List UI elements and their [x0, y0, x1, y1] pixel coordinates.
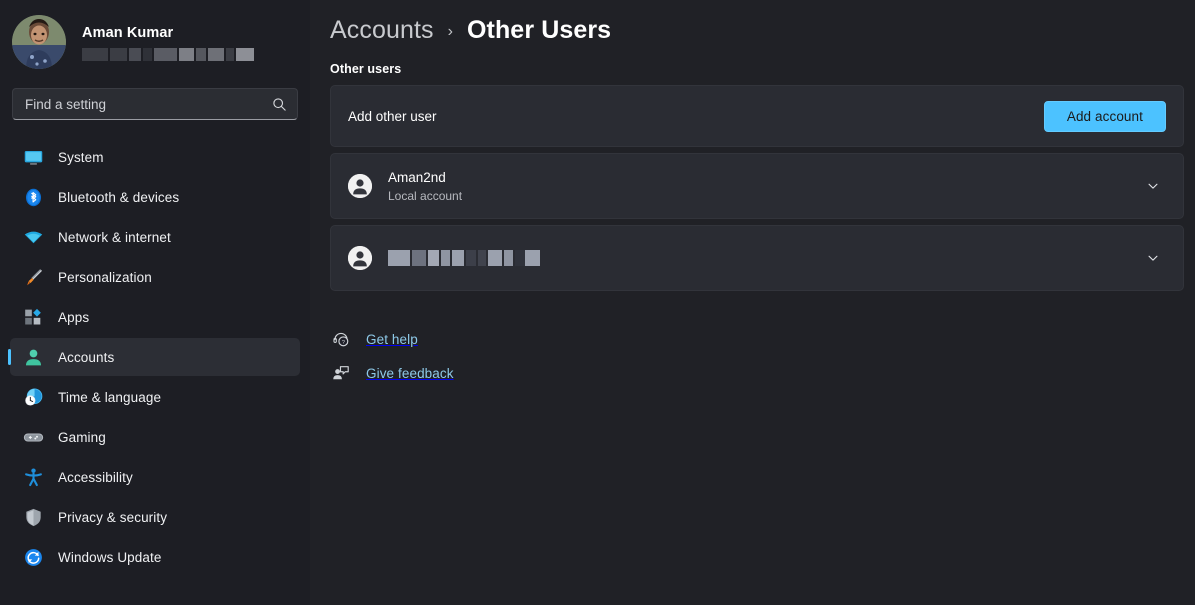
user-avatar-icon [348, 246, 372, 270]
chevron-down-icon[interactable] [1140, 245, 1166, 271]
get-help-label: Get help [366, 331, 418, 347]
sidebar-item-label: System [58, 149, 104, 165]
add-account-button[interactable]: Add account [1043, 100, 1166, 132]
user-account-type: Local account [388, 188, 463, 203]
sidebar-item-label: Personalization [58, 269, 152, 285]
chevron-down-icon[interactable] [1140, 173, 1166, 199]
search-input[interactable]: Find a setting [12, 88, 298, 120]
redaction-block [488, 250, 502, 266]
redaction-block [428, 250, 439, 266]
get-help-icon: ? [330, 328, 352, 350]
gaming-icon [22, 426, 44, 448]
profile-name: Aman Kumar [82, 25, 174, 41]
section-label-other-users: Other users [330, 62, 402, 76]
sidebar-item-bluetooth-devices[interactable]: Bluetooth & devices [10, 178, 300, 216]
redaction-block [466, 250, 476, 266]
redaction-block [412, 250, 426, 266]
profile-email-redacted [82, 48, 254, 61]
network-icon [22, 226, 44, 248]
time-language-icon [22, 386, 44, 408]
sidebar-item-gaming[interactable]: Gaming [10, 418, 300, 456]
user-row-aman2nd[interactable]: Aman2nd Local account [330, 153, 1184, 219]
redaction-block [441, 250, 450, 266]
sidebar-item-apps[interactable]: Apps [10, 298, 300, 336]
sidebar-item-privacy-security[interactable]: Privacy & security [10, 498, 300, 536]
redaction-block [504, 250, 513, 266]
user-avatar-icon [348, 174, 372, 198]
get-help-link[interactable]: ? Get help [330, 326, 1184, 352]
sidebar-item-label: Bluetooth & devices [58, 189, 180, 205]
redaction-block [208, 48, 224, 61]
svg-text:?: ? [342, 340, 345, 346]
redaction-block [478, 250, 486, 266]
redaction-block [143, 48, 152, 61]
profile-section[interactable]: Aman Kumar [0, 0, 310, 72]
bluetooth-icon [22, 186, 44, 208]
profile-text: Aman Kumar [82, 25, 254, 61]
sidebar-item-label: Apps [58, 309, 90, 325]
user-info: Aman2nd Local account [388, 169, 1140, 204]
redaction-block [196, 48, 206, 61]
redaction-block [388, 250, 410, 266]
user-info [388, 250, 525, 266]
sidebar-item-label: Privacy & security [58, 509, 168, 525]
sidebar-item-network-internet[interactable]: Network & internet [10, 218, 300, 256]
give-feedback-link[interactable]: Give feedback [330, 360, 1184, 386]
redaction-block [525, 250, 540, 266]
redaction-block [236, 48, 254, 61]
redaction-block [110, 48, 127, 61]
search-icon[interactable] [272, 97, 287, 112]
breadcrumb-separator-icon: › [447, 22, 453, 40]
accessibility-icon [22, 466, 44, 488]
page-title: Other Users [466, 16, 612, 44]
sidebar-item-accounts[interactable]: Accounts [10, 338, 300, 376]
redaction-block [82, 48, 108, 61]
footer-links: ? Get help Give feedback [330, 326, 1184, 386]
redaction-block [452, 250, 464, 266]
user-name: Aman2nd [388, 169, 446, 185]
sidebar-item-label: Time & language [58, 389, 162, 405]
sidebar-item-personalization[interactable]: Personalization [10, 258, 300, 296]
accounts-icon [22, 346, 44, 368]
main-content: Accounts › Other Users Other users Add o… [310, 0, 1195, 605]
search-placeholder: Find a setting [25, 96, 107, 112]
give-feedback-label: Give feedback [366, 365, 454, 381]
sidebar-item-label: Accessibility [58, 469, 133, 485]
sidebar-item-label: Accounts [58, 349, 115, 365]
redaction-block [179, 48, 194, 61]
sidebar: Aman Kumar Find a setting System Bluetoot… [0, 0, 310, 605]
redaction-block [515, 250, 525, 266]
privacy-security-icon [22, 506, 44, 528]
sidebar-item-label: Gaming [58, 429, 106, 445]
breadcrumb: Accounts › Other Users [320, 0, 1184, 48]
system-icon [22, 146, 44, 168]
apps-icon [22, 306, 44, 328]
avatar [12, 15, 66, 69]
add-other-user-card: Add other user Add account [330, 85, 1184, 147]
user-name-redacted-2 [525, 250, 540, 266]
sidebar-nav: System Bluetooth & devices Network & inter… [0, 138, 310, 576]
give-feedback-icon [330, 362, 352, 384]
user-name-redacted [388, 250, 525, 266]
redaction-block [154, 48, 177, 61]
redaction-block [226, 48, 234, 61]
sidebar-item-time-language[interactable]: Time & language [10, 378, 300, 416]
sidebar-item-label: Windows Update [58, 549, 162, 565]
user-row-redacted[interactable] [330, 225, 1184, 291]
sidebar-item-system[interactable]: System [10, 138, 300, 176]
sidebar-item-label: Network & internet [58, 229, 171, 245]
add-other-user-label: Add other user [348, 108, 437, 124]
windows-update-icon [22, 546, 44, 568]
personalization-icon [22, 266, 44, 288]
sidebar-item-accessibility[interactable]: Accessibility [10, 458, 300, 496]
redaction-block [129, 48, 141, 61]
breadcrumb-accounts[interactable]: Accounts [330, 16, 434, 45]
sidebar-item-windows-update[interactable]: Windows Update [10, 538, 300, 576]
